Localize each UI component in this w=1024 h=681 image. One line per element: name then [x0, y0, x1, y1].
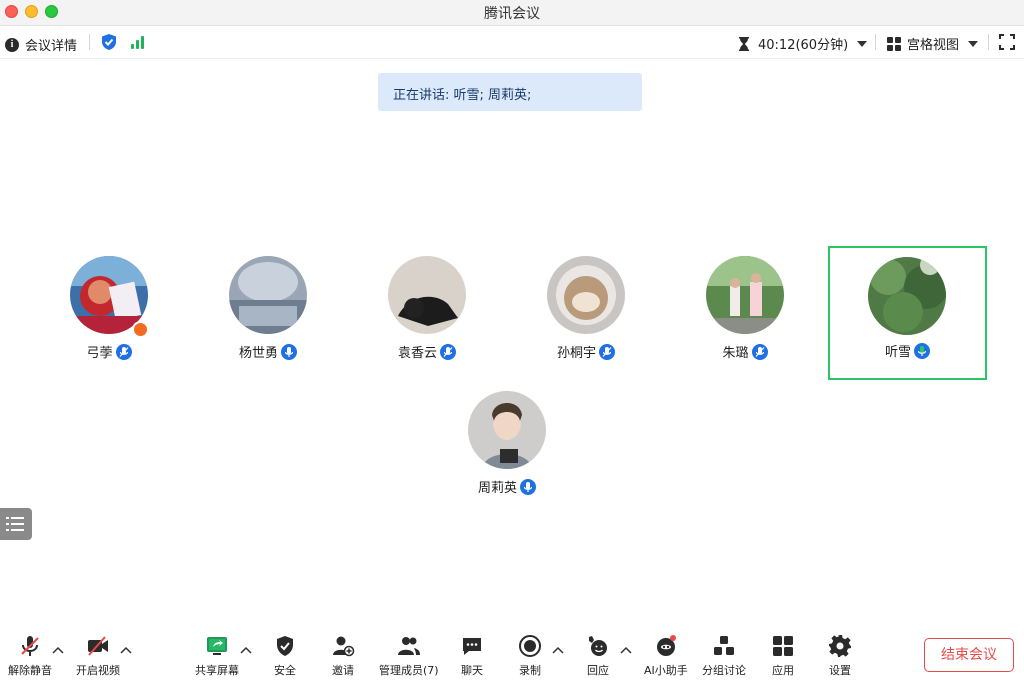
gear-icon	[828, 634, 852, 658]
participant-name: 杨世勇	[238, 346, 278, 361]
mic-muted-icon	[751, 343, 768, 360]
avatar	[388, 256, 466, 334]
apps-label: 应用	[772, 664, 794, 677]
chat-button[interactable]: 聊天	[460, 634, 484, 678]
security-button[interactable]: 安全	[273, 634, 297, 678]
view-switch-button[interactable]: 宫格视图	[887, 34, 979, 53]
avatar	[547, 256, 625, 334]
apps-button[interactable]: 应用	[771, 634, 795, 678]
view-label: 宫格视图	[907, 38, 960, 53]
security-shield-icon[interactable]	[101, 33, 117, 51]
invite-label: 邀请	[332, 664, 354, 677]
manage-members-button[interactable]: 管理成员(7)	[379, 634, 439, 678]
fullscreen-icon[interactable]	[999, 34, 1015, 50]
meeting-info-button[interactable]: i 会议详情	[5, 35, 77, 54]
unmute-label: 解除静音	[8, 664, 52, 677]
participant-tile[interactable]: 杨世勇	[189, 247, 347, 381]
apps-grid-icon	[771, 634, 795, 658]
share-screen-icon	[205, 634, 229, 658]
bottom-toolbar: 解除静音 开启视频 共享屏幕 安全 邀请 管理成员(7) 聊天 录制 回应 AI…	[0, 626, 1024, 681]
hourglass-icon	[739, 36, 749, 51]
reaction-button[interactable]: 回应	[586, 634, 610, 678]
chat-icon	[460, 634, 484, 658]
participant-name: 朱璐	[722, 346, 749, 361]
security-label: 安全	[274, 664, 296, 677]
members-icon	[397, 634, 421, 658]
participant-tile[interactable]: 袁香云	[348, 247, 506, 381]
chevron-up-icon[interactable]	[552, 646, 564, 654]
list-icon	[6, 517, 24, 531]
title-bar: 腾讯会议	[0, 0, 1024, 26]
share-screen-label: 共享屏幕	[195, 664, 239, 677]
info-icon: i	[5, 37, 19, 52]
breakout-rooms-icon	[712, 634, 736, 658]
participant-name: 周莉英	[477, 481, 517, 496]
manage-members-label: 管理成员(7)	[379, 664, 439, 677]
settings-button[interactable]: 设置	[828, 634, 852, 678]
mic-muted-icon	[18, 634, 42, 658]
breakout-label: 分组讨论	[702, 664, 746, 677]
chevron-down-icon	[968, 40, 979, 47]
chevron-up-icon[interactable]	[620, 646, 632, 654]
participant-tile[interactable]: 朱璐	[666, 247, 824, 381]
mic-icon	[281, 343, 297, 360]
divider	[875, 34, 876, 50]
unmute-button[interactable]: 解除静音	[8, 634, 52, 678]
settings-label: 设置	[829, 664, 851, 677]
mic-muted-icon	[599, 343, 615, 360]
divider	[988, 34, 989, 50]
window-title: 腾讯会议	[484, 6, 540, 22]
mic-muted-icon	[115, 343, 132, 360]
avatar	[468, 391, 546, 469]
reaction-hand-icon	[586, 634, 610, 658]
record-icon	[518, 634, 542, 658]
participant-name: 孙桐宇	[556, 346, 596, 361]
top-toolbar: i 会议详情 40:12(60分钟) 宫格视图	[0, 27, 1024, 59]
meeting-info-label: 会议详情	[25, 39, 78, 54]
ai-assistant-button[interactable]: AI小助手	[644, 634, 688, 678]
avatar	[706, 256, 784, 334]
ai-assistant-label: AI小助手	[644, 664, 688, 677]
participant-name: 弓荸	[86, 346, 113, 361]
avatar	[229, 256, 307, 334]
participant-tile[interactable]: 周莉英	[428, 382, 586, 516]
speaking-banner: 正在讲话: 听雪; 周莉英;	[378, 73, 642, 111]
end-meeting-button[interactable]: 结束会议	[924, 638, 1014, 672]
reaction-label: 回应	[587, 664, 609, 677]
shield-icon	[273, 634, 297, 658]
start-video-button[interactable]: 开启视频	[76, 634, 120, 678]
mic-muted-icon	[440, 343, 456, 360]
record-button[interactable]: 录制	[518, 634, 542, 678]
avatar	[868, 257, 946, 335]
share-screen-button[interactable]: 共享屏幕	[195, 634, 239, 678]
mic-speaking-icon	[914, 342, 930, 359]
grid-view-icon	[887, 36, 901, 51]
chevron-up-icon[interactable]	[52, 646, 64, 654]
invite-button[interactable]: 邀请	[331, 634, 355, 678]
chat-label: 聊天	[461, 664, 483, 677]
network-signal-icon[interactable]	[130, 35, 146, 49]
participant-tile[interactable]: 弓荸	[30, 247, 188, 381]
divider	[89, 34, 90, 50]
start-video-label: 开启视频	[76, 664, 120, 677]
chevron-down-icon	[857, 40, 868, 47]
chevron-up-icon[interactable]	[240, 646, 252, 654]
participant-tile-active[interactable]: 听雪	[828, 246, 987, 380]
participant-tile[interactable]: 孙桐宇	[507, 247, 665, 381]
mic-icon	[520, 478, 536, 495]
participant-name: 听雪	[884, 345, 911, 360]
record-label: 录制	[519, 664, 541, 677]
host-badge-icon	[132, 321, 149, 338]
participant-name: 袁香云	[397, 346, 437, 361]
breakout-button[interactable]: 分组讨论	[702, 634, 746, 678]
meeting-timer[interactable]: 40:12(60分钟)	[739, 34, 868, 53]
ai-assistant-icon	[654, 634, 678, 658]
add-user-icon	[331, 634, 355, 658]
member-list-toggle[interactable]	[0, 508, 32, 540]
timer-text: 40:12(60分钟)	[758, 38, 849, 53]
chevron-up-icon[interactable]	[120, 646, 132, 654]
video-off-icon	[86, 634, 110, 658]
